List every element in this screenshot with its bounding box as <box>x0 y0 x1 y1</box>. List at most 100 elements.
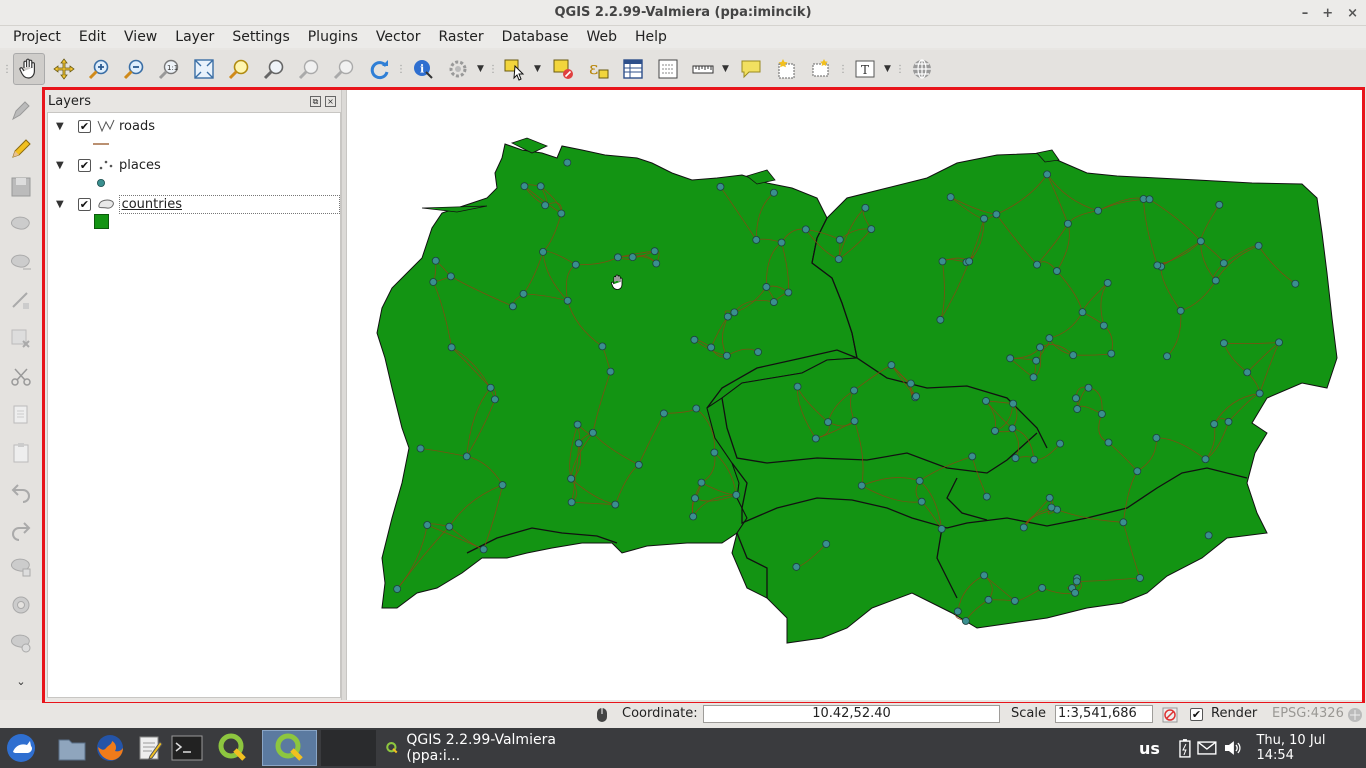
zoom-in-button[interactable] <box>83 53 115 85</box>
undo-button[interactable] <box>5 474 37 508</box>
scale-field[interactable]: 1:3,541,686 <box>1055 705 1153 723</box>
zoom-last-button[interactable] <box>293 53 325 85</box>
terminal-launcher[interactable] <box>168 730 206 766</box>
select-by-expression-button[interactable]: ε <box>582 53 614 85</box>
node-tool-button[interactable] <box>5 284 37 318</box>
expand-arrow-icon[interactable]: ▼ <box>56 121 66 132</box>
file-manager-launcher[interactable] <box>54 730 90 766</box>
minimize-button[interactable]: – <box>1302 6 1309 21</box>
coordinate-field[interactable]: 10.42,52.40 <box>703 705 1000 723</box>
layer-row-roads[interactable]: ▼ ✔ roads <box>48 115 340 137</box>
copy-features-button[interactable] <box>5 398 37 432</box>
undock-icon[interactable]: ⧉ <box>310 95 321 107</box>
toggle-editing-button[interactable] <box>5 132 37 166</box>
menu-database[interactable]: Database <box>493 29 578 45</box>
layer-row-places[interactable]: ▼ ✔ places <box>48 154 340 176</box>
text-annotation-button[interactable]: T <box>849 53 881 85</box>
open-attribute-table-button[interactable] <box>617 53 649 85</box>
add-ring-button[interactable] <box>5 588 37 622</box>
toolbar-handle[interactable]: ⋮ <box>838 54 848 84</box>
place-point <box>1045 493 1054 502</box>
start-menu-button[interactable] <box>2 730 40 766</box>
mouse-coordinate-icon[interactable] <box>594 707 610 723</box>
map-tips-button[interactable] <box>735 53 767 85</box>
toolbar-handle[interactable]: ⋮ <box>895 54 905 84</box>
keyboard-layout-indicator[interactable]: us <box>1139 728 1160 768</box>
layer-visibility-checkbox[interactable]: ✔ <box>78 119 91 133</box>
clock[interactable]: Thu, 10 Jul 14:54 <box>1256 733 1366 763</box>
menu-vector[interactable]: Vector <box>367 29 430 45</box>
layer-row-countries[interactable]: ▼ ✔ countries <box>48 193 341 215</box>
toolbar-handle[interactable]: ⋮ <box>2 54 12 84</box>
deselect-features-button[interactable] <box>547 53 579 85</box>
simplify-feature-button[interactable] <box>5 550 37 584</box>
menu-raster[interactable]: Raster <box>430 29 493 45</box>
chevron-down-icon[interactable]: ▼ <box>884 64 894 74</box>
refresh-button[interactable] <box>363 53 395 85</box>
menu-web[interactable]: Web <box>577 29 626 45</box>
menu-layer[interactable]: Layer <box>166 29 223 45</box>
qgis-active-launcher[interactable] <box>262 730 317 766</box>
render-checkbox[interactable]: ✔ <box>1190 708 1203 721</box>
toolbar-handle[interactable]: ⋮ <box>396 54 406 84</box>
menu-edit[interactable]: Edit <box>70 29 115 45</box>
menu-settings[interactable]: Settings <box>223 29 298 45</box>
menu-view[interactable]: View <box>115 29 166 45</box>
layer-visibility-checkbox[interactable]: ✔ <box>78 158 91 172</box>
close-button[interactable]: × <box>1347 6 1358 21</box>
field-calculator-button[interactable] <box>652 53 684 85</box>
layer-name: roads <box>119 118 156 134</box>
mail-icon[interactable] <box>1197 741 1217 755</box>
show-bookmarks-button[interactable] <box>805 53 837 85</box>
point-layer-icon <box>99 160 113 170</box>
redo-button[interactable] <box>5 512 37 546</box>
delete-selected-button[interactable] <box>5 322 37 356</box>
layer-visibility-checkbox[interactable]: ✔ <box>77 197 91 211</box>
volume-icon[interactable] <box>1223 740 1243 756</box>
qgis-launcher[interactable] <box>214 730 252 766</box>
zoom-out-button[interactable] <box>118 53 150 85</box>
openlayers-plugin-button[interactable] <box>906 53 938 85</box>
zoom-full-button[interactable] <box>188 53 220 85</box>
expand-arrow-icon[interactable]: ▼ <box>56 160 66 171</box>
chevron-down-icon[interactable]: ▼ <box>534 64 544 74</box>
zoom-next-button[interactable] <box>328 53 360 85</box>
maximize-button[interactable]: + <box>1322 6 1333 21</box>
more-tools-button[interactable]: ⌄ <box>5 664 37 698</box>
taskbar-window-button[interactable]: QGIS 2.2.99-Valmiera (ppa:i... <box>380 730 590 766</box>
zoom-to-selection-button[interactable] <box>223 53 255 85</box>
pan-map-button[interactable] <box>13 53 45 85</box>
select-features-button[interactable] <box>499 53 531 85</box>
firefox-launcher[interactable] <box>92 730 128 766</box>
move-feature-button[interactable] <box>5 246 37 280</box>
current-edits-button[interactable] <box>5 94 37 128</box>
paste-features-button[interactable] <box>5 436 37 470</box>
new-bookmark-button[interactable] <box>770 53 802 85</box>
stop-render-icon[interactable] <box>1162 707 1178 723</box>
add-part-button[interactable] <box>5 626 37 660</box>
map-canvas[interactable] <box>347 88 1364 700</box>
pan-to-selection-button[interactable] <box>48 53 80 85</box>
add-feature-button[interactable] <box>5 208 37 242</box>
save-edits-button[interactable] <box>5 170 37 204</box>
messages-icon[interactable] <box>1346 706 1364 724</box>
menu-help[interactable]: Help <box>626 29 676 45</box>
place-point <box>446 272 455 281</box>
chevron-down-icon[interactable]: ▼ <box>477 64 487 74</box>
zoom-actual-size-button[interactable]: 1:1 <box>153 53 185 85</box>
workspace-switcher[interactable] <box>321 730 376 766</box>
close-icon[interactable]: × <box>325 95 336 107</box>
expand-arrow-icon[interactable]: ▼ <box>56 199 66 210</box>
run-feature-action-button[interactable] <box>442 53 474 85</box>
identify-features-button[interactable]: i <box>407 53 439 85</box>
zoom-to-layer-button[interactable] <box>258 53 290 85</box>
toolbar-handle[interactable]: ⋮ <box>488 54 498 84</box>
text-editor-launcher[interactable] <box>132 730 168 766</box>
menu-project[interactable]: Project <box>4 29 70 45</box>
menu-plugins[interactable]: Plugins <box>299 29 367 45</box>
measure-line-button[interactable] <box>687 53 719 85</box>
battery-icon[interactable] <box>1179 738 1191 758</box>
crs-status-button[interactable]: EPSG:4326 <box>1272 706 1344 721</box>
chevron-down-icon[interactable]: ▼ <box>722 64 732 74</box>
cut-features-button[interactable] <box>5 360 37 394</box>
